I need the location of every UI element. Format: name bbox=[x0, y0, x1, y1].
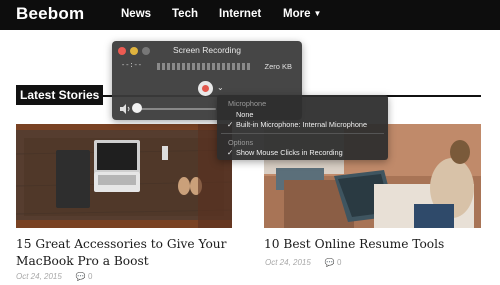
comment-icon: 💬 bbox=[75, 272, 86, 281]
record-icon bbox=[202, 85, 209, 92]
menu-item-show-mouse-clicks[interactable]: ✓ Show Mouse Clicks in Recording bbox=[227, 148, 343, 157]
nav-item-tech[interactable]: Tech bbox=[172, 8, 198, 20]
section-title: Latest Stories bbox=[16, 85, 104, 105]
chevron-down-icon: ▼ bbox=[313, 9, 322, 18]
menu-item-label: Built-in Microphone: Internal Microphone bbox=[236, 120, 368, 129]
article-title-resume[interactable]: 10 Best Online Resume Tools bbox=[264, 236, 489, 253]
comment-count-value: 0 bbox=[337, 258, 342, 267]
comment-count-value: 0 bbox=[88, 272, 93, 281]
article-meta-right: Oct 24, 2015 💬 0 bbox=[265, 258, 341, 267]
nav-more-label: More bbox=[283, 8, 311, 20]
volume-slider-knob[interactable] bbox=[132, 103, 142, 113]
menu-item-builtin-mic[interactable]: ✓ Built-in Microphone: Internal Microphon… bbox=[227, 120, 367, 129]
comment-count[interactable]: 💬 0 bbox=[325, 258, 342, 267]
nav-item-news[interactable]: News bbox=[121, 8, 151, 20]
top-navbar: Beebom News Tech Internet More ▼ bbox=[0, 0, 500, 30]
comment-count[interactable]: 💬 0 bbox=[76, 272, 93, 281]
checkmark-icon: ✓ bbox=[227, 120, 234, 129]
article-date: Oct 24, 2015 bbox=[16, 272, 62, 281]
volume-slider-track[interactable] bbox=[136, 108, 216, 110]
site-logo[interactable]: Beebom bbox=[16, 4, 84, 24]
record-button[interactable] bbox=[198, 81, 213, 96]
recording-size: Zero KB bbox=[264, 62, 292, 71]
menu-header-microphone: Microphone bbox=[228, 99, 267, 108]
desk-photo bbox=[16, 124, 232, 228]
article-meta-left: Oct 24, 2015 💬 0 bbox=[16, 272, 92, 281]
recording-time: --:-- bbox=[121, 62, 143, 70]
menu-item-label: Show Mouse Clicks in Recording bbox=[236, 148, 343, 157]
audio-level-meter bbox=[157, 63, 250, 70]
speaker-icon bbox=[120, 104, 130, 114]
comment-icon: 💬 bbox=[324, 258, 335, 267]
article-image-macbook[interactable] bbox=[16, 124, 232, 228]
nav-item-more[interactable]: More ▼ bbox=[283, 8, 321, 20]
checkmark-icon: ✓ bbox=[227, 148, 234, 157]
nav-item-internet[interactable]: Internet bbox=[219, 8, 261, 20]
menu-divider bbox=[221, 133, 384, 134]
menu-item-mic-none[interactable]: None bbox=[227, 110, 253, 119]
recording-options-menu: Microphone None ✓ Built-in Microphone: In… bbox=[217, 95, 388, 160]
article-date: Oct 24, 2015 bbox=[265, 258, 311, 267]
menu-header-options: Options bbox=[228, 138, 254, 147]
menu-item-label: None bbox=[236, 110, 254, 119]
article-title-macbook[interactable]: 15 Great Accessories to Give Your MacBoo… bbox=[16, 236, 241, 270]
window-title: Screen Recording bbox=[172, 45, 242, 55]
options-chevron-icon[interactable]: ⌄ bbox=[217, 83, 224, 92]
